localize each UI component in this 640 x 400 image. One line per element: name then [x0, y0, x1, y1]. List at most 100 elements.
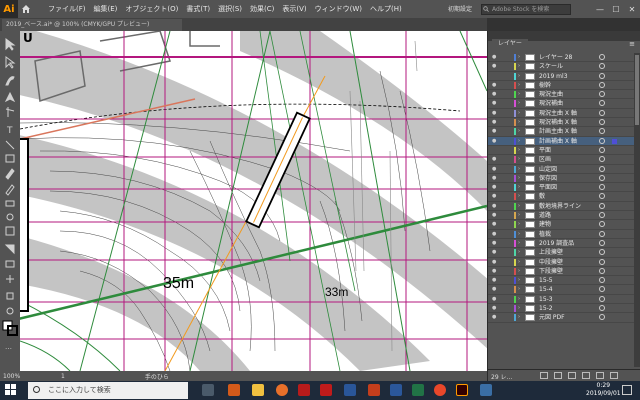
selection-indicator[interactable] — [612, 120, 617, 125]
layer-name[interactable]: 上段擁壁 — [539, 248, 563, 257]
minimize-icon[interactable]: — — [592, 0, 608, 18]
expand-triangle-icon[interactable]: › — [518, 249, 520, 255]
acrobat-icon[interactable] — [298, 384, 310, 396]
visibility-eye-icon[interactable]: ● — [492, 296, 496, 302]
target-circle-icon[interactable] — [599, 91, 605, 98]
layer-row[interactable]: ● › 現況主曲 X 軸 — [488, 109, 640, 119]
visibility-eye-icon[interactable]: ● — [492, 166, 496, 172]
visibility-eye-icon[interactable]: ● — [492, 120, 496, 125]
expand-triangle-icon[interactable]: › — [518, 119, 520, 125]
target-circle-icon[interactable] — [599, 184, 605, 191]
layer-row[interactable]: ● › 建物 — [488, 220, 640, 230]
target-circle-icon[interactable] — [599, 295, 605, 302]
expand-triangle-icon[interactable]: › — [518, 166, 520, 172]
layer-row[interactable]: ● › 15-3 — [488, 295, 640, 305]
layer-name[interactable]: 現況補曲 — [539, 99, 563, 108]
selection-indicator[interactable] — [612, 232, 617, 237]
visibility-eye-icon[interactable]: ● — [492, 268, 496, 274]
visibility-eye-icon[interactable]: ● — [492, 278, 496, 283]
target-circle-icon[interactable] — [599, 109, 605, 116]
layer-name[interactable]: 2019 ml3 — [539, 72, 568, 81]
expand-triangle-icon[interactable]: › — [518, 231, 520, 237]
target-circle-icon[interactable] — [599, 277, 605, 284]
artboard-canvas[interactable]: U 35m 33m — [20, 31, 487, 371]
layers-scroll-thumb[interactable] — [635, 55, 639, 125]
stock-search-input[interactable]: Adobe Stock を検索 — [481, 4, 571, 15]
visibility-eye-icon[interactable]: ● — [492, 194, 496, 199]
target-circle-icon[interactable] — [599, 119, 605, 126]
layer-row[interactable]: › 2019 ml3 — [488, 72, 640, 81]
expand-triangle-icon[interactable]: › — [518, 240, 520, 246]
visibility-eye-icon[interactable]: ● — [492, 101, 496, 106]
layer-row[interactable]: ● › 保存図 — [488, 174, 640, 184]
target-circle-icon[interactable] — [599, 156, 605, 163]
layer-row[interactable]: ● › 計画主曲 X 軸 — [488, 127, 640, 137]
target-circle-icon[interactable] — [599, 202, 605, 209]
selection-indicator[interactable] — [612, 55, 617, 60]
layer-row[interactable]: ● › 15-4 — [488, 285, 640, 295]
visibility-eye-icon[interactable]: ● — [492, 203, 496, 209]
layer-row[interactable]: ● › 山定図 — [488, 165, 640, 174]
layer-row[interactable]: ● › 上段擁壁 — [488, 248, 640, 258]
selection-indicator[interactable] — [612, 101, 617, 106]
expand-triangle-icon[interactable]: › — [518, 296, 520, 302]
layer-name[interactable]: 平面図 — [539, 183, 557, 192]
selection-indicator[interactable] — [612, 185, 617, 190]
layer-name[interactable]: 15-5 — [539, 276, 553, 285]
expand-triangle-icon[interactable]: › — [518, 277, 520, 283]
expand-triangle-icon[interactable]: › — [518, 147, 520, 153]
expand-triangle-icon[interactable]: › — [518, 138, 520, 144]
layer-name[interactable]: 区画 — [539, 155, 551, 164]
layer-name[interactable]: 計画主曲 X 軸 — [539, 127, 577, 136]
visibility-eye-icon[interactable]: ● — [492, 64, 496, 69]
target-circle-icon[interactable] — [599, 146, 605, 153]
layer-row[interactable]: ● › 現況主曲 — [488, 90, 640, 100]
layer-row[interactable]: ● › 現況補曲 X 軸 — [488, 118, 640, 128]
windows-start-icon[interactable] — [4, 383, 18, 397]
target-circle-icon[interactable] — [599, 128, 605, 135]
target-circle-icon[interactable] — [599, 137, 605, 144]
layer-name[interactable]: 現況主曲 X 軸 — [539, 109, 577, 118]
selection-indicator[interactable] — [612, 306, 617, 311]
target-circle-icon[interactable] — [599, 63, 605, 70]
layer-row[interactable]: › 平面 — [488, 146, 640, 156]
layer-name[interactable]: 山定図 — [539, 165, 557, 174]
visibility-eye-icon[interactable]: ● — [492, 175, 496, 181]
expand-triangle-icon[interactable]: › — [518, 184, 520, 190]
target-circle-icon[interactable] — [599, 81, 605, 88]
visibility-eye-icon[interactable]: ● — [492, 315, 496, 320]
visibility-eye-icon[interactable]: ● — [492, 222, 496, 227]
visibility-eye-icon[interactable]: ● — [492, 231, 496, 237]
menu-type[interactable]: 書式(T) — [186, 4, 210, 14]
selection-indicator[interactable] — [612, 204, 617, 209]
word-icon[interactable] — [390, 384, 402, 396]
firefox-icon[interactable] — [276, 384, 288, 396]
expand-triangle-icon[interactable]: › — [518, 259, 520, 265]
target-circle-icon[interactable] — [599, 54, 605, 60]
menu-window[interactable]: ウィンドウ(W) — [315, 4, 362, 14]
visibility-eye-icon[interactable]: ● — [492, 306, 496, 311]
layer-row[interactable]: ● › 2019 調査品 — [488, 239, 640, 249]
visibility-eye-icon[interactable]: ● — [492, 129, 496, 134]
illustrator-taskbar-icon[interactable] — [456, 384, 468, 396]
excel-icon[interactable] — [412, 384, 424, 396]
new-layer-icon[interactable] — [596, 372, 604, 379]
layer-name[interactable]: 15-4 — [539, 285, 553, 294]
system-clock[interactable]: 0:29 2019/09/01 — [586, 382, 621, 398]
target-circle-icon[interactable] — [599, 230, 605, 237]
home-icon[interactable] — [18, 0, 34, 18]
layer-name[interactable]: 樹幹 — [539, 81, 551, 90]
visibility-eye-icon[interactable]: ● — [492, 250, 496, 255]
visibility-eye-icon[interactable]: ● — [492, 213, 496, 218]
expand-triangle-icon[interactable]: › — [518, 100, 520, 106]
workspace-switcher[interactable]: 初期設定 — [448, 4, 472, 13]
expand-triangle-icon[interactable]: › — [518, 203, 520, 209]
expand-triangle-icon[interactable]: › — [518, 156, 520, 162]
powerpoint-icon[interactable] — [368, 384, 380, 396]
close-icon[interactable]: ✕ — [624, 0, 640, 18]
visibility-eye-icon[interactable]: ● — [492, 55, 496, 60]
selection-indicator[interactable] — [612, 111, 617, 116]
office-icon[interactable] — [228, 384, 240, 396]
expand-triangle-icon[interactable]: › — [518, 305, 520, 311]
layer-row[interactable]: ● › 中段擁壁 — [488, 258, 640, 267]
